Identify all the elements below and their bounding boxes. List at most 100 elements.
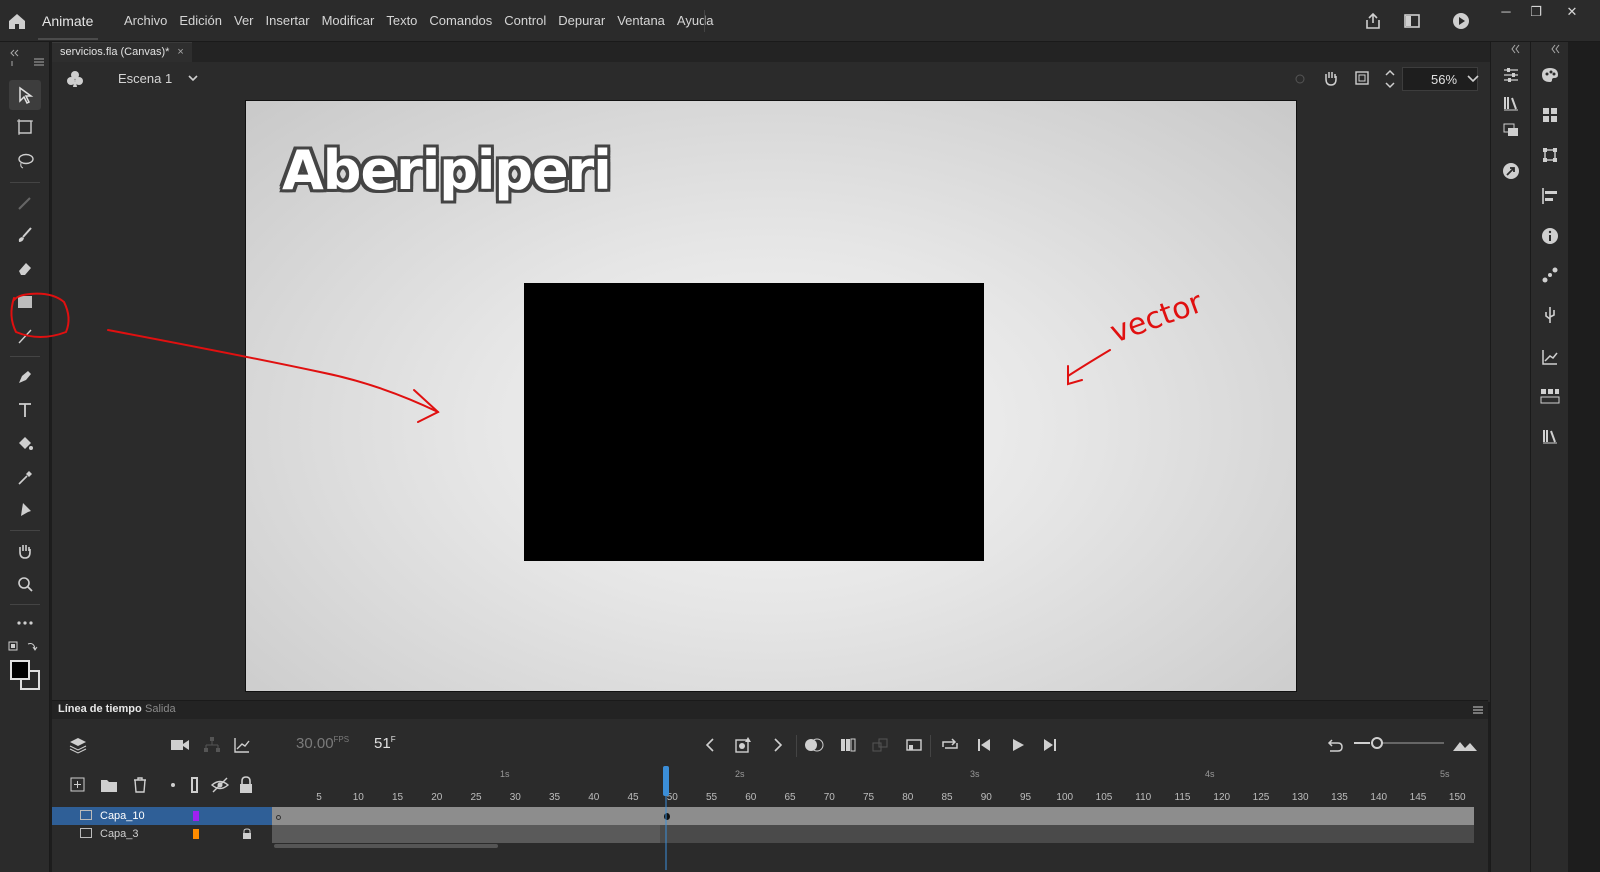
panel-collapse-icon[interactable] bbox=[6, 46, 46, 66]
layer-color-swatch[interactable] bbox=[193, 811, 199, 821]
frame-span[interactable] bbox=[272, 825, 660, 843]
eyedropper-tool[interactable] bbox=[9, 462, 41, 492]
menu-ver[interactable]: Ver bbox=[234, 13, 254, 28]
graph-panel-button[interactable] bbox=[1539, 346, 1561, 368]
tab-linea-de-tiempo[interactable]: Línea de tiempo bbox=[58, 703, 142, 715]
minimize-button[interactable]: ─ bbox=[1492, 4, 1520, 19]
pin-tool[interactable] bbox=[9, 494, 41, 524]
rectangle-tool[interactable] bbox=[9, 287, 41, 317]
fit-zoom-icon[interactable] bbox=[1384, 67, 1396, 91]
free-transform-tool[interactable] bbox=[9, 112, 41, 142]
layer-row[interactable]: Capa_10 bbox=[52, 807, 272, 825]
layout-icon[interactable] bbox=[1403, 12, 1421, 30]
next-keyframe-button[interactable] bbox=[768, 735, 788, 755]
menu-depurar[interactable]: Depurar bbox=[558, 13, 605, 28]
onion-skin-button[interactable] bbox=[804, 735, 824, 755]
layers-icon[interactable] bbox=[68, 735, 88, 755]
play-button[interactable] bbox=[1008, 735, 1028, 755]
graph-editor-icon[interactable] bbox=[232, 735, 252, 755]
hide-layers-icon[interactable] bbox=[210, 777, 230, 793]
camera-icon[interactable] bbox=[170, 735, 190, 755]
create-tween-button[interactable] bbox=[870, 735, 890, 755]
prev-keyframe-button[interactable] bbox=[700, 735, 720, 755]
current-frame-display[interactable]: 51F bbox=[374, 735, 396, 752]
properties-panel-button[interactable] bbox=[1500, 64, 1522, 86]
new-layer-icon[interactable] bbox=[70, 777, 86, 793]
layer-frames[interactable] bbox=[272, 825, 1474, 843]
panel-menu-icon[interactable] bbox=[1472, 704, 1484, 716]
menu-texto[interactable]: Texto bbox=[386, 13, 417, 28]
menu-insertar[interactable]: Insertar bbox=[266, 13, 310, 28]
hand-tool[interactable] bbox=[9, 536, 41, 566]
pen-tool[interactable] bbox=[9, 362, 41, 392]
motion-presets-button[interactable] bbox=[1500, 160, 1522, 182]
home-icon[interactable] bbox=[6, 10, 28, 32]
undo-zoom-button[interactable] bbox=[1324, 735, 1344, 755]
brush-tool[interactable] bbox=[9, 220, 41, 250]
paint-bucket-tool[interactable] bbox=[9, 428, 41, 458]
stroke-color-swatch[interactable] bbox=[10, 660, 30, 680]
asset-warp-tool[interactable] bbox=[9, 188, 41, 218]
line-tool[interactable] bbox=[9, 321, 41, 351]
components-panel-button[interactable] bbox=[1539, 304, 1561, 326]
edit-multiple-frames-button[interactable] bbox=[838, 735, 858, 755]
zoom-out-icon[interactable] bbox=[1354, 742, 1370, 744]
menu-ayuda[interactable]: Ayuda bbox=[677, 13, 714, 28]
stage-canvas[interactable]: Aberipiperi bbox=[245, 100, 1297, 692]
zoom-tool[interactable] bbox=[9, 569, 41, 599]
test-movie-icon[interactable] bbox=[1452, 12, 1470, 30]
center-stage-icon[interactable] bbox=[1292, 71, 1308, 87]
collapse-right-icon[interactable] bbox=[1511, 44, 1523, 54]
close-tab-icon[interactable]: × bbox=[177, 46, 183, 58]
highlight-layers-icon[interactable] bbox=[171, 783, 175, 787]
transform-panel-button[interactable] bbox=[1539, 144, 1561, 166]
assets-panel-button[interactable] bbox=[1500, 119, 1522, 141]
tab-salida[interactable]: Salida bbox=[145, 703, 176, 715]
library-panel-button[interactable] bbox=[1500, 92, 1522, 114]
selection-tool[interactable] bbox=[9, 80, 41, 110]
document-tab[interactable]: servicios.fla (Canvas)* × bbox=[52, 42, 192, 62]
layer-frames[interactable] bbox=[272, 807, 1474, 825]
swatches-panel-button[interactable] bbox=[1539, 104, 1561, 126]
loop-button[interactable] bbox=[940, 735, 960, 755]
playhead[interactable] bbox=[663, 766, 669, 870]
menu-edicion[interactable]: Edición bbox=[179, 13, 222, 28]
zoom-slider-thumb[interactable] bbox=[1371, 737, 1383, 749]
collapse-right-icon[interactable] bbox=[1551, 44, 1563, 54]
timeline-scrollbar[interactable] bbox=[274, 844, 498, 848]
trash-icon[interactable] bbox=[132, 776, 148, 794]
color-panel-button[interactable] bbox=[1539, 64, 1561, 86]
layer-row[interactable]: Capa_3 bbox=[52, 825, 272, 843]
zoom-in-icon[interactable] bbox=[1452, 735, 1478, 755]
menu-ventana[interactable]: Ventana bbox=[617, 13, 665, 28]
insert-frame-button[interactable] bbox=[904, 735, 924, 755]
code-snippets-button[interactable] bbox=[1539, 385, 1561, 407]
chevron-down-icon[interactable] bbox=[187, 71, 199, 85]
restore-button[interactable]: ❐ bbox=[1522, 4, 1550, 20]
align-panel-button[interactable] bbox=[1539, 185, 1561, 207]
layer-parenting-icon[interactable] bbox=[202, 735, 222, 755]
scene-clubs-icon[interactable] bbox=[66, 70, 84, 88]
lock-layers-icon[interactable] bbox=[239, 776, 253, 794]
outline-layers-icon[interactable] bbox=[191, 777, 198, 793]
menu-comandos[interactable]: Comandos bbox=[429, 13, 492, 28]
scene-selector[interactable]: Escena 1 bbox=[118, 71, 172, 86]
rotate-stage-icon[interactable] bbox=[1322, 69, 1340, 87]
project-library-button[interactable] bbox=[1539, 425, 1561, 447]
insert-keyframe-button[interactable] bbox=[734, 735, 754, 755]
new-folder-icon[interactable] bbox=[100, 777, 118, 793]
lasso-tool[interactable] bbox=[9, 146, 41, 176]
text-tool[interactable] bbox=[9, 395, 41, 425]
black-rectangle-shape[interactable] bbox=[524, 283, 984, 561]
share-icon[interactable] bbox=[1364, 12, 1382, 30]
more-tools-button[interactable] bbox=[9, 608, 41, 638]
swap-colors-icon[interactable] bbox=[8, 640, 42, 654]
frame-ruler[interactable]: 5 10 15 20 25 30 35 40 45 50 55 60 65 70 75 80 85 90 95 100… bbox=[272, 769, 1474, 807]
step-forward-button[interactable] bbox=[1040, 735, 1060, 755]
menu-control[interactable]: Control bbox=[504, 13, 546, 28]
fps-display[interactable]: 30.00FPS bbox=[296, 735, 349, 752]
info-panel-button[interactable] bbox=[1539, 225, 1561, 247]
layer-locked-icon[interactable] bbox=[242, 828, 252, 840]
layer-name[interactable]: Capa_10 bbox=[100, 810, 145, 822]
motion-editor-button[interactable] bbox=[1539, 264, 1561, 286]
